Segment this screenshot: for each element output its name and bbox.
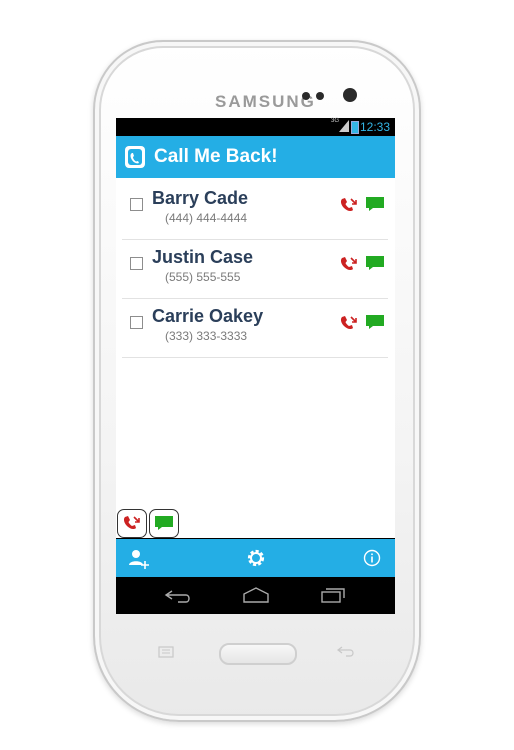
bulk-call-button[interactable]: [117, 509, 147, 538]
add-contact-icon[interactable]: [128, 548, 150, 570]
list-item[interactable]: Carrie Oakey (333) 333-3333: [122, 299, 388, 358]
call-back-icon[interactable]: [340, 315, 358, 331]
menu-hardware-icon[interactable]: [157, 646, 177, 658]
home-hardware-button[interactable]: [219, 643, 297, 665]
bottom-toolbar: [116, 539, 395, 577]
message-icon[interactable]: [365, 314, 385, 330]
contact-list: Barry Cade (444) 444-4444 Justin Case (5…: [116, 178, 395, 538]
call-back-icon: [123, 516, 140, 530]
front-sensor: [316, 92, 324, 100]
front-sensor: [302, 92, 310, 100]
signal-icon: [339, 120, 349, 132]
recent-apps-icon[interactable]: [320, 587, 346, 603]
contact-phone: (333) 333-3333: [165, 329, 248, 343]
battery-icon: [351, 121, 359, 134]
message-icon[interactable]: [365, 255, 385, 271]
contact-phone: (444) 444-4444: [165, 211, 248, 225]
device-brand: SAMSUNG: [215, 92, 316, 111]
navigation-bar: [116, 577, 395, 614]
contact-name: Carrie Oakey: [152, 306, 264, 326]
contact-checkbox[interactable]: [130, 257, 143, 270]
home-icon[interactable]: [242, 586, 270, 604]
phone-app-glyph-icon: [130, 153, 139, 164]
call-back-icon[interactable]: [340, 256, 358, 272]
app-title: Call Me Back!: [154, 146, 278, 167]
message-icon[interactable]: [365, 196, 385, 212]
status-time: 12:33: [359, 120, 390, 134]
info-icon[interactable]: [363, 549, 381, 567]
list-item[interactable]: Barry Cade (444) 444-4444: [122, 181, 388, 240]
network-type: 3G: [330, 118, 339, 124]
status-bar: 3G 12:33: [116, 118, 395, 136]
list-item[interactable]: Justin Case (555) 555-555: [122, 240, 388, 299]
screen: 3G 12:33 Call Me Back! Barry Cade (444) …: [116, 118, 395, 614]
call-back-icon[interactable]: [340, 197, 358, 213]
contact-checkbox[interactable]: [130, 198, 143, 211]
contact-checkbox[interactable]: [130, 316, 143, 329]
settings-gear-icon[interactable]: [246, 548, 266, 568]
back-hardware-icon[interactable]: [336, 645, 356, 657]
contact-name: Barry Cade: [152, 188, 249, 208]
front-camera: [343, 88, 357, 102]
contact-phone: (555) 555-555: [165, 270, 241, 284]
action-bar: Call Me Back!: [116, 136, 395, 178]
contact-name: Justin Case: [152, 247, 254, 267]
back-icon[interactable]: [164, 589, 192, 603]
bulk-actions: [116, 509, 395, 539]
bulk-message-button[interactable]: [149, 509, 179, 538]
message-icon: [155, 516, 173, 530]
